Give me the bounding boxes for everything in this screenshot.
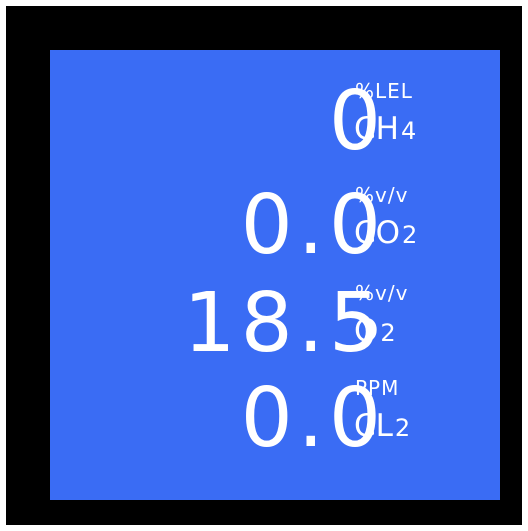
o2-unit: %v/v <box>355 281 409 305</box>
cl2-gas-subscript: 2 <box>394 414 411 442</box>
co2-gas-symbol: CO <box>354 215 401 251</box>
o2-gas-symbol: O <box>354 313 379 349</box>
reading-row-cl2: 0.0 PPM CL2 <box>50 375 500 485</box>
ch4-gas-symbol: CH <box>354 111 399 147</box>
co2-gas-label: CO2 <box>354 215 417 253</box>
gas-reading-screen: 0 %LEL CH4 0.0 %v/v CO2 18.5 %v/v O2 0.0… <box>50 50 500 500</box>
co2-gas-subscript: 2 <box>402 221 418 249</box>
cl2-unit: PPM <box>355 376 400 400</box>
ch4-gas-label: CH4 <box>354 111 416 149</box>
reading-row-ch4: 0 %LEL CH4 <box>50 78 500 188</box>
device-bezel: 0 %LEL CH4 0.0 %v/v CO2 18.5 %v/v O2 0.0… <box>6 6 522 525</box>
ch4-gas-subscript: 4 <box>400 117 417 145</box>
co2-unit: %v/v <box>355 183 409 207</box>
o2-gas-subscript: 2 <box>380 319 396 347</box>
ch4-unit: %LEL <box>355 79 413 103</box>
cl2-gas-label: CL2 <box>354 408 410 446</box>
o2-gas-label: O2 <box>354 313 396 351</box>
cl2-gas-symbol: CL <box>354 408 393 444</box>
